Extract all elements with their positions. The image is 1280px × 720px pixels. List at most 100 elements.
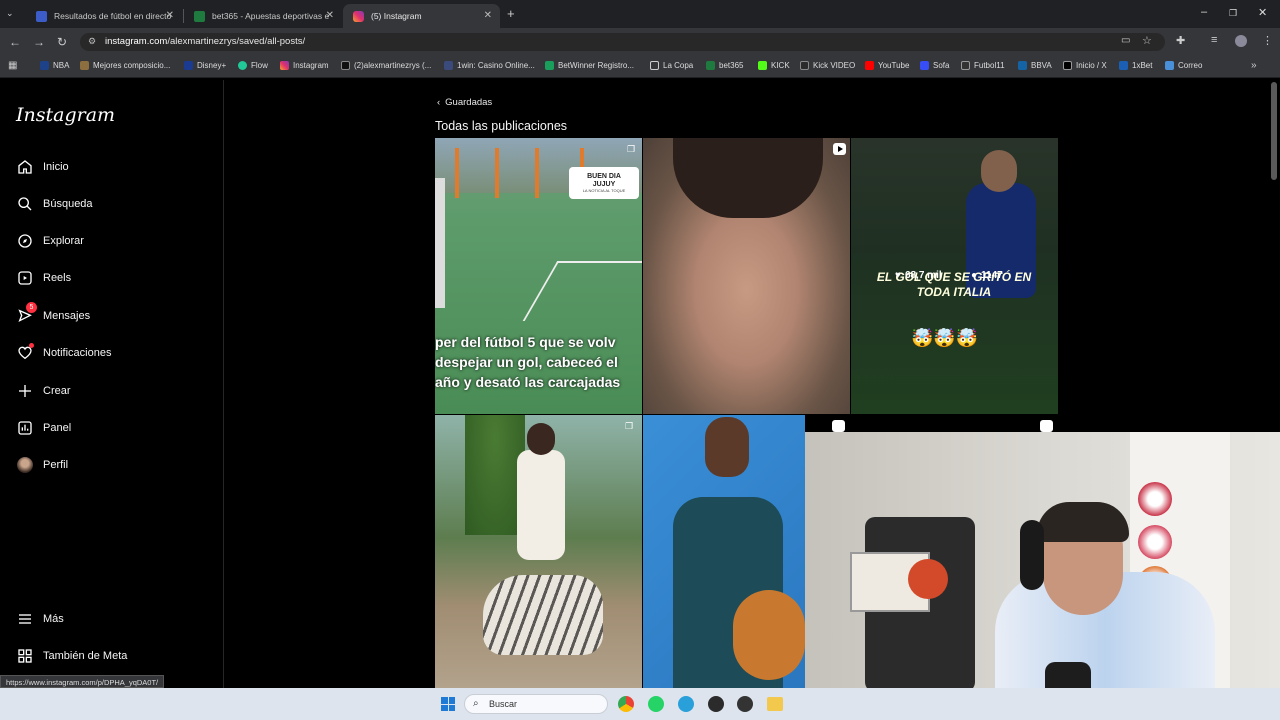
browser-menu-icon[interactable]: ⋮ [1262, 34, 1273, 47]
bookmark-item[interactable]: NBA [40, 61, 69, 70]
close-icon[interactable]: ✕ [166, 10, 174, 21]
nav-search[interactable]: Búsqueda [16, 193, 93, 215]
saved-post-tile[interactable] [643, 138, 850, 414]
tab-resultados[interactable]: Resultados de fútbol en directo ✕ [26, 4, 182, 28]
bookmark-item[interactable]: Disney+ [184, 61, 226, 70]
nav-label: Búsqueda [43, 198, 93, 210]
bookmark-folder[interactable]: La Copa [650, 61, 693, 70]
file-explorer-taskbar-icon[interactable] [767, 697, 783, 711]
folder-icon [650, 61, 659, 70]
bookmark-item[interactable]: 1xBet [1119, 61, 1152, 70]
1xbet-icon [1119, 61, 1128, 70]
bookmark-favicon [80, 61, 89, 70]
forward-arrow-icon[interactable]: → [33, 35, 45, 49]
sofa-icon [920, 61, 929, 70]
bookmark-item[interactable]: BBVA [1018, 61, 1052, 70]
back-to-saved-link[interactable]: ‹ Guardadas [437, 97, 492, 108]
badge-subtext: LA NOTICIA AL TOQUE [582, 188, 626, 194]
tab-bet365[interactable]: bet365 - Apuestas deportivas e ✕ [184, 4, 342, 28]
instagram-logo[interactable]: Instagram [16, 104, 115, 126]
reel-play-mark [838, 146, 843, 152]
page-scrollbar[interactable] [1271, 82, 1277, 180]
cast-icon[interactable]: ▭ [1121, 35, 1130, 46]
new-tab-button[interactable]: + [507, 6, 515, 21]
comments-value: 1147 [981, 270, 1003, 281]
chart-icon [16, 419, 34, 437]
nav-dashboard[interactable]: Panel [16, 417, 71, 439]
chrome-taskbar-icon[interactable] [618, 696, 634, 712]
url-text[interactable]: instagram.com/alexmartinezrys/saved/all-… [105, 36, 305, 47]
app-taskbar-icon[interactable] [737, 696, 753, 712]
menu-icon [16, 610, 34, 628]
bookmark-item[interactable]: Correo [1165, 61, 1202, 70]
close-icon[interactable]: ✕ [326, 10, 334, 21]
bookmark-label: Flow [251, 61, 268, 70]
nav-reels[interactable]: Reels [16, 267, 71, 289]
mail-icon [1165, 61, 1174, 70]
likes-value: 68,7 mil [904, 270, 942, 281]
bet365-favicon [194, 10, 205, 22]
bookmark-item[interactable]: (2)alexmartinezrys (... [341, 61, 431, 70]
bookmark-item[interactable]: 1win: Casino Online... [444, 61, 535, 70]
profile-avatar-icon[interactable] [1235, 35, 1247, 47]
telegram-taskbar-icon[interactable] [678, 696, 694, 712]
bookmark-item[interactable]: Kick VIDEO [800, 61, 855, 70]
nav-create[interactable]: Crear [16, 380, 71, 402]
search-icon [16, 195, 34, 213]
extensions-icon[interactable]: ✚ [1176, 34, 1185, 47]
app-taskbar-icon[interactable] [708, 696, 724, 712]
nav-explore[interactable]: Explorar [16, 230, 84, 252]
more-bookmarks-icon[interactable]: » [1251, 60, 1257, 71]
tab-instagram[interactable]: (5) Instagram ✕ [343, 4, 500, 28]
bookmark-item[interactable]: bet365 [706, 61, 743, 70]
start-square [441, 704, 448, 711]
restore-button[interactable]: ❐ [1229, 8, 1237, 19]
back-arrow-icon[interactable]: ← [9, 35, 21, 49]
bookmark-item[interactable]: Inicio / X [1063, 61, 1107, 70]
bookmark-star-icon[interactable]: ☆ [1142, 34, 1152, 47]
messages-badge: 5 [26, 302, 37, 313]
emoji-faces: 🤯🤯🤯 [911, 328, 979, 348]
windows-start-icon[interactable] [441, 697, 455, 711]
bookmark-item[interactable]: Futbol11 [961, 61, 1005, 70]
apps-grid-icon[interactable]: ▦ [8, 60, 17, 71]
bookmark-label: BBVA [1031, 61, 1052, 70]
bookmark-item[interactable]: Sofa [920, 61, 949, 70]
carousel-icon: ❐ [625, 421, 634, 431]
nav-notifications[interactable]: Notificaciones [16, 342, 111, 364]
whatsapp-taskbar-icon[interactable] [648, 696, 664, 712]
window-close-button[interactable]: ✕ [1258, 6, 1267, 19]
nav-home[interactable]: Inicio [16, 156, 69, 178]
nav-more[interactable]: Más [16, 608, 64, 630]
taskbar-search[interactable] [464, 694, 608, 714]
nav-messages[interactable]: 5 Mensajes [16, 302, 90, 327]
bookmark-item[interactable]: KICK [758, 61, 790, 70]
saved-post-tile[interactable] [643, 415, 805, 688]
site-info-icon[interactable]: ⚙ [88, 36, 96, 47]
minimize-button[interactable]: – [1201, 6, 1207, 18]
media-control-icon[interactable]: ≡ [1211, 34, 1217, 46]
saved-post-tile[interactable]: EL GOL QUE SE GRITÓ EN TODA ITALIA 🤯🤯🤯 ♥… [851, 138, 1058, 414]
bookmark-item[interactable]: Mejores composicio... [80, 61, 170, 70]
nav-also-from-meta[interactable]: También de Meta [16, 645, 127, 667]
bookmark-label: La Copa [663, 61, 694, 70]
betwinner-icon [545, 61, 554, 70]
youtube-icon [865, 61, 874, 70]
bookmark-item[interactable]: Instagram [280, 61, 329, 70]
bookmark-item[interactable]: BetWinner Registro... [545, 61, 634, 70]
bookmark-item[interactable]: Flow [238, 61, 268, 70]
comment-icon: ● [971, 270, 978, 281]
kick-video-icon [800, 61, 809, 70]
bookmark-item[interactable]: YouTube [865, 61, 909, 70]
comments-count: ● 1147 [971, 270, 1003, 281]
close-icon[interactable]: ✕ [484, 10, 492, 21]
bookmark-label: Sofa [933, 61, 950, 70]
saved-post-tile[interactable]: ❐ [435, 415, 642, 688]
reload-icon[interactable]: ↻ [57, 35, 67, 49]
tab-search-button[interactable]: ⌄ [6, 8, 14, 19]
nav-profile[interactable]: Perfil [16, 454, 68, 476]
bookmark-label: BetWinner Registro... [558, 61, 635, 70]
post-fence-post [455, 148, 459, 198]
url-host: instagram.com [105, 36, 168, 47]
saved-post-tile[interactable]: BUEN DIA JUJUY LA NOTICIA AL TOQUE per d… [435, 138, 642, 414]
